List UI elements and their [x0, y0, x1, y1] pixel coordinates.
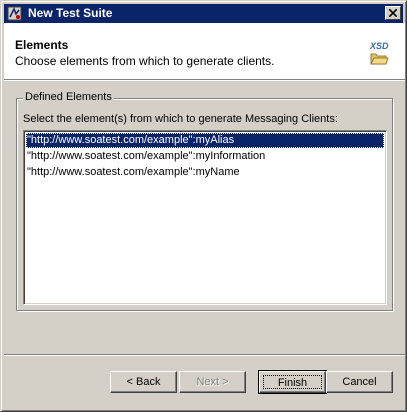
- finish-button[interactable]: Finish: [258, 370, 327, 394]
- xsd-folder-icon: XSD: [369, 39, 389, 67]
- xsd-icon-label: XSD: [369, 41, 389, 51]
- page-title: Elements: [15, 38, 69, 52]
- title-bar[interactable]: New Test Suite: [4, 4, 403, 23]
- wizard-header: Elements Choose elements from which to g…: [4, 23, 405, 79]
- list-item[interactable]: "http://www.soatest.com/example":myInfor…: [26, 149, 384, 164]
- elements-listbox[interactable]: "http://www.soatest.com/example":myAlias…: [23, 130, 387, 305]
- finish-button-label: Finish: [263, 375, 322, 389]
- app-icon: [7, 6, 22, 21]
- instruction-label: Select the element(s) from which to gene…: [23, 113, 338, 125]
- header-separator: [4, 79, 405, 81]
- close-icon: [389, 9, 397, 17]
- next-button[interactable]: Next >: [179, 371, 246, 393]
- page-description: Choose elements from which to generate c…: [15, 54, 275, 68]
- list-item[interactable]: "http://www.soatest.com/example":myAlias: [26, 133, 384, 148]
- back-button[interactable]: < Back: [110, 371, 177, 393]
- footer-separator: [4, 354, 405, 356]
- close-button[interactable]: [385, 6, 401, 20]
- window-title: New Test Suite: [28, 6, 113, 20]
- list-item[interactable]: "http://www.soatest.com/example":myName: [26, 165, 384, 180]
- group-legend: Defined Elements: [23, 91, 114, 103]
- cancel-button[interactable]: Cancel: [326, 371, 393, 393]
- dialog-window: New Test Suite Elements Choose elements …: [0, 0, 407, 412]
